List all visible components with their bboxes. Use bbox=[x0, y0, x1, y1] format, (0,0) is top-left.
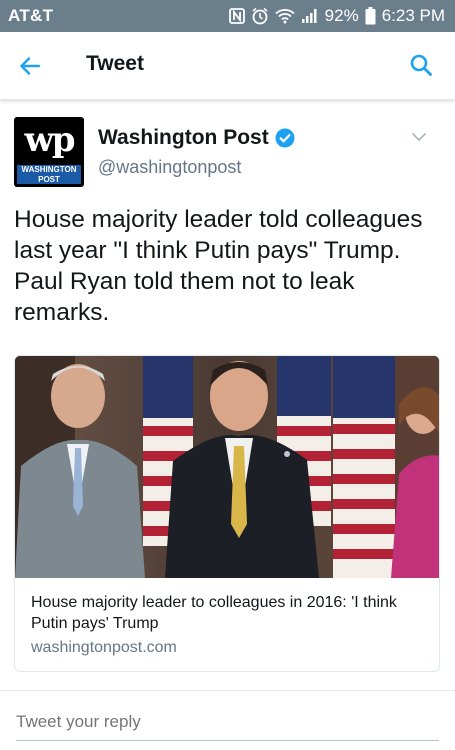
avatar-logo-text: WASHINGTON POST bbox=[17, 165, 81, 184]
battery-icon bbox=[365, 7, 376, 25]
tweet-text: House majority leader told colleagues la… bbox=[14, 206, 423, 326]
search-icon bbox=[410, 54, 432, 76]
clock: 6:23 PM bbox=[381, 6, 445, 25]
author-handle[interactable]: @washingtonpost bbox=[98, 157, 241, 178]
app-header: Tweet bbox=[0, 32, 455, 100]
status-bar: AT&T 92% 6:23 PM bbox=[0, 0, 455, 32]
nfc-icon bbox=[228, 8, 245, 24]
card-domain: washingtonpost.com bbox=[31, 639, 177, 656]
author-name-label: Washington Post bbox=[98, 126, 269, 149]
back-button[interactable] bbox=[16, 52, 44, 80]
verified-badge-icon bbox=[275, 128, 295, 148]
alarm-icon bbox=[251, 7, 269, 25]
avatar-logo-mark: wp bbox=[24, 120, 75, 160]
link-card[interactable]: House majority leader to colleagues in 2… bbox=[14, 355, 440, 672]
tweet-menu-chevron-down-icon[interactable] bbox=[411, 129, 427, 147]
avatar[interactable]: wp WASHINGTON POST bbox=[14, 117, 84, 187]
page-title: Tweet bbox=[86, 52, 144, 75]
reply-underline bbox=[16, 740, 439, 741]
carrier-label: AT&T bbox=[8, 6, 54, 25]
reply-input[interactable] bbox=[16, 708, 436, 736]
search-button[interactable] bbox=[407, 51, 435, 79]
card-image bbox=[15, 356, 439, 578]
status-indicators: 92% 6:23 PM bbox=[228, 6, 445, 26]
card-title: House majority leader to colleagues in 2… bbox=[31, 594, 397, 632]
wifi-icon bbox=[275, 8, 295, 24]
back-arrow-icon bbox=[20, 57, 41, 75]
reply-divider bbox=[0, 690, 455, 691]
signal-icon bbox=[301, 8, 319, 24]
battery-percent: 92% bbox=[324, 6, 359, 25]
author-name[interactable]: Washington Post bbox=[98, 126, 295, 150]
